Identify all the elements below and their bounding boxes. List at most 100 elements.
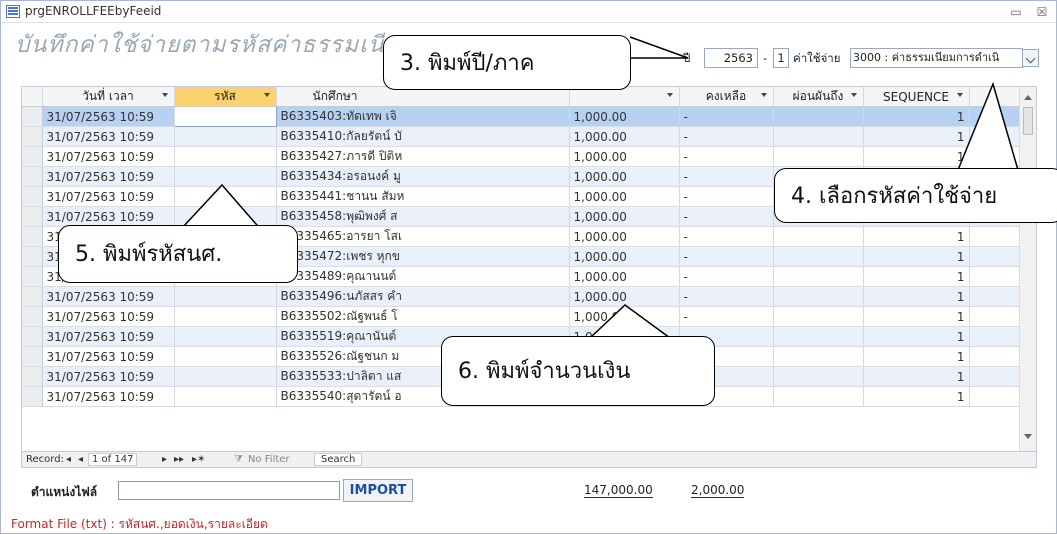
cell-deferred[interactable] [773, 286, 864, 307]
cell-datetime[interactable]: 31/07/2563 10:59 [42, 126, 175, 147]
row-selector[interactable] [22, 126, 43, 147]
cell-sequence[interactable]: 1 [863, 306, 970, 327]
chevron-down-icon[interactable] [1022, 49, 1039, 67]
cell-student[interactable]: B6335502:ณัฐพนธ์ โ [276, 306, 570, 327]
cell-student[interactable]: B6335410:กัลยรัตน์ บั [276, 126, 570, 147]
cell-amount[interactable]: 1,000.00 [569, 186, 680, 207]
cell-amount[interactable]: 1,000.00 [569, 246, 680, 267]
cell-remain[interactable]: - [679, 146, 774, 167]
cell-student[interactable]: B6335441:ชานน สัมห [276, 186, 570, 207]
row-selector[interactable] [22, 246, 43, 267]
cell-sequence[interactable]: 1 [863, 386, 970, 407]
cell-code[interactable] [174, 386, 277, 407]
cell-sequence[interactable]: 1 [863, 266, 970, 287]
cell-sequence[interactable]: 1 [863, 286, 970, 307]
cell-amount[interactable]: 1,000.00 [569, 266, 680, 287]
col-header-sequence[interactable]: SEQUENCE [863, 87, 970, 107]
cell-deferred[interactable] [773, 146, 864, 167]
cell-sequence[interactable]: 1 [863, 246, 970, 267]
cell-datetime[interactable]: 31/07/2563 10:59 [42, 306, 175, 327]
cell-student[interactable]: B6335427:ภารดี ปิติห [276, 146, 570, 167]
import-button[interactable]: IMPORT [343, 479, 413, 502]
term-input[interactable]: 1 [773, 48, 789, 68]
sort-arrow-icon[interactable] [760, 93, 767, 97]
search-input[interactable]: Search [314, 453, 363, 466]
cell-sequence[interactable]: 1 [863, 226, 970, 247]
cell-deferred[interactable] [773, 106, 864, 127]
vertical-scrollbar[interactable] [1019, 87, 1036, 467]
cell-deferred[interactable] [773, 306, 864, 327]
scroll-up-icon[interactable] [1024, 95, 1032, 100]
cell-code[interactable] [174, 206, 277, 227]
next-record-icon[interactable]: ▸ [162, 454, 167, 465]
cell-datetime[interactable]: 31/07/2563 10:59 [42, 186, 175, 207]
row-selector[interactable] [22, 366, 43, 387]
cell-amount[interactable]: 1,000.00 [569, 206, 680, 227]
cell-remain[interactable]: - [679, 306, 774, 327]
cell-sequence[interactable]: 1 [863, 366, 970, 387]
sort-arrow-icon[interactable] [263, 93, 270, 97]
last-record-icon[interactable]: ▸▸ [174, 454, 184, 465]
row-selector[interactable] [22, 106, 43, 127]
cell-sequence[interactable]: 1 [863, 326, 970, 347]
cell-sequence[interactable]: 1 [863, 146, 970, 167]
cell-datetime[interactable]: 31/07/2563 10:59 [42, 166, 175, 187]
cell-datetime[interactable]: 31/07/2563 10:59 [42, 386, 175, 407]
cell-student[interactable]: B6335403:ทัดเทพ เจิ [276, 106, 570, 127]
cell-code[interactable] [173, 106, 277, 127]
row-selector[interactable] [22, 326, 43, 347]
cell-student[interactable]: B6335465:อารยา โสเ [276, 226, 570, 247]
cell-code[interactable] [174, 166, 277, 187]
cell-datetime[interactable]: 31/07/2563 10:59 [42, 286, 175, 307]
cell-remain[interactable]: - [679, 126, 774, 147]
row-selector[interactable] [22, 186, 43, 207]
cell-amount[interactable]: 1,000.00 [569, 166, 680, 187]
col-header-remain[interactable]: คงเหลือ [679, 87, 774, 107]
cell-student[interactable]: B6335489:คุณานนต์ [276, 266, 570, 287]
cell-datetime[interactable]: 31/07/2563 10:59 [42, 346, 175, 367]
first-record-icon[interactable]: ◂ [66, 454, 71, 465]
cell-sequence[interactable]: 1 [863, 106, 970, 127]
table-row[interactable]: 31/07/2563 10:59 B6335502:ณัฐพนธ์ โ 1,000.… [22, 306, 1020, 327]
cell-deferred[interactable] [773, 386, 864, 407]
sort-arrow-icon[interactable] [666, 93, 673, 97]
year-input[interactable]: 2563 [704, 48, 758, 68]
filter-icon[interactable]: ⧩ [234, 454, 243, 465]
minimize-button[interactable]: ▭ [1005, 3, 1027, 21]
record-position[interactable]: 1 of 147 [88, 453, 138, 466]
cell-deferred[interactable] [773, 246, 864, 267]
cell-amount[interactable]: 1,000.00 [569, 286, 680, 307]
prev-record-icon[interactable]: ◂ [78, 454, 83, 465]
filter-status[interactable]: No Filter [248, 454, 290, 465]
cell-code[interactable] [174, 126, 277, 147]
cell-student[interactable]: B6335458:พุฒิพงศ์ ส [276, 206, 570, 227]
cell-datetime[interactable]: 31/07/2563 10:59 [42, 146, 175, 167]
cell-amount[interactable]: 1,000.00 [569, 146, 680, 167]
sort-arrow-icon[interactable] [850, 93, 857, 97]
cell-deferred[interactable] [773, 266, 864, 287]
row-selector[interactable] [22, 266, 43, 287]
row-selector-header[interactable] [22, 87, 43, 107]
file-path-input[interactable] [118, 481, 340, 500]
cell-remain[interactable]: - [679, 286, 774, 307]
scroll-thumb[interactable] [1023, 107, 1033, 135]
row-selector[interactable] [22, 386, 43, 407]
cell-remain[interactable]: - [679, 266, 774, 287]
cell-deferred[interactable] [773, 226, 864, 247]
cell-datetime[interactable]: 31/07/2563 10:59 [42, 366, 175, 387]
cell-student[interactable]: B6335434:อรอนงค์ มู [276, 166, 570, 187]
cell-amount[interactable]: 1,000.00 [569, 306, 680, 327]
sort-arrow-icon[interactable] [956, 93, 963, 97]
cell-student[interactable]: B6335472:เพชร หุกข [276, 246, 570, 267]
row-selector[interactable] [22, 286, 43, 307]
cell-datetime[interactable]: 31/07/2563 10:59 [42, 206, 175, 227]
row-selector[interactable] [22, 146, 43, 167]
row-selector[interactable] [22, 346, 43, 367]
cell-datetime[interactable]: 31/07/2563 10:59 [42, 106, 175, 127]
cell-student[interactable]: B6335496:นภัสสร คำ [276, 286, 570, 307]
cell-code[interactable] [174, 346, 277, 367]
cell-remain[interactable]: - [679, 186, 774, 207]
cell-code[interactable] [174, 146, 277, 167]
table-row[interactable]: 31/07/2563 10:59 B6335427:ภารดี ปิติห 1,00… [22, 146, 1020, 167]
row-selector[interactable] [22, 306, 43, 327]
